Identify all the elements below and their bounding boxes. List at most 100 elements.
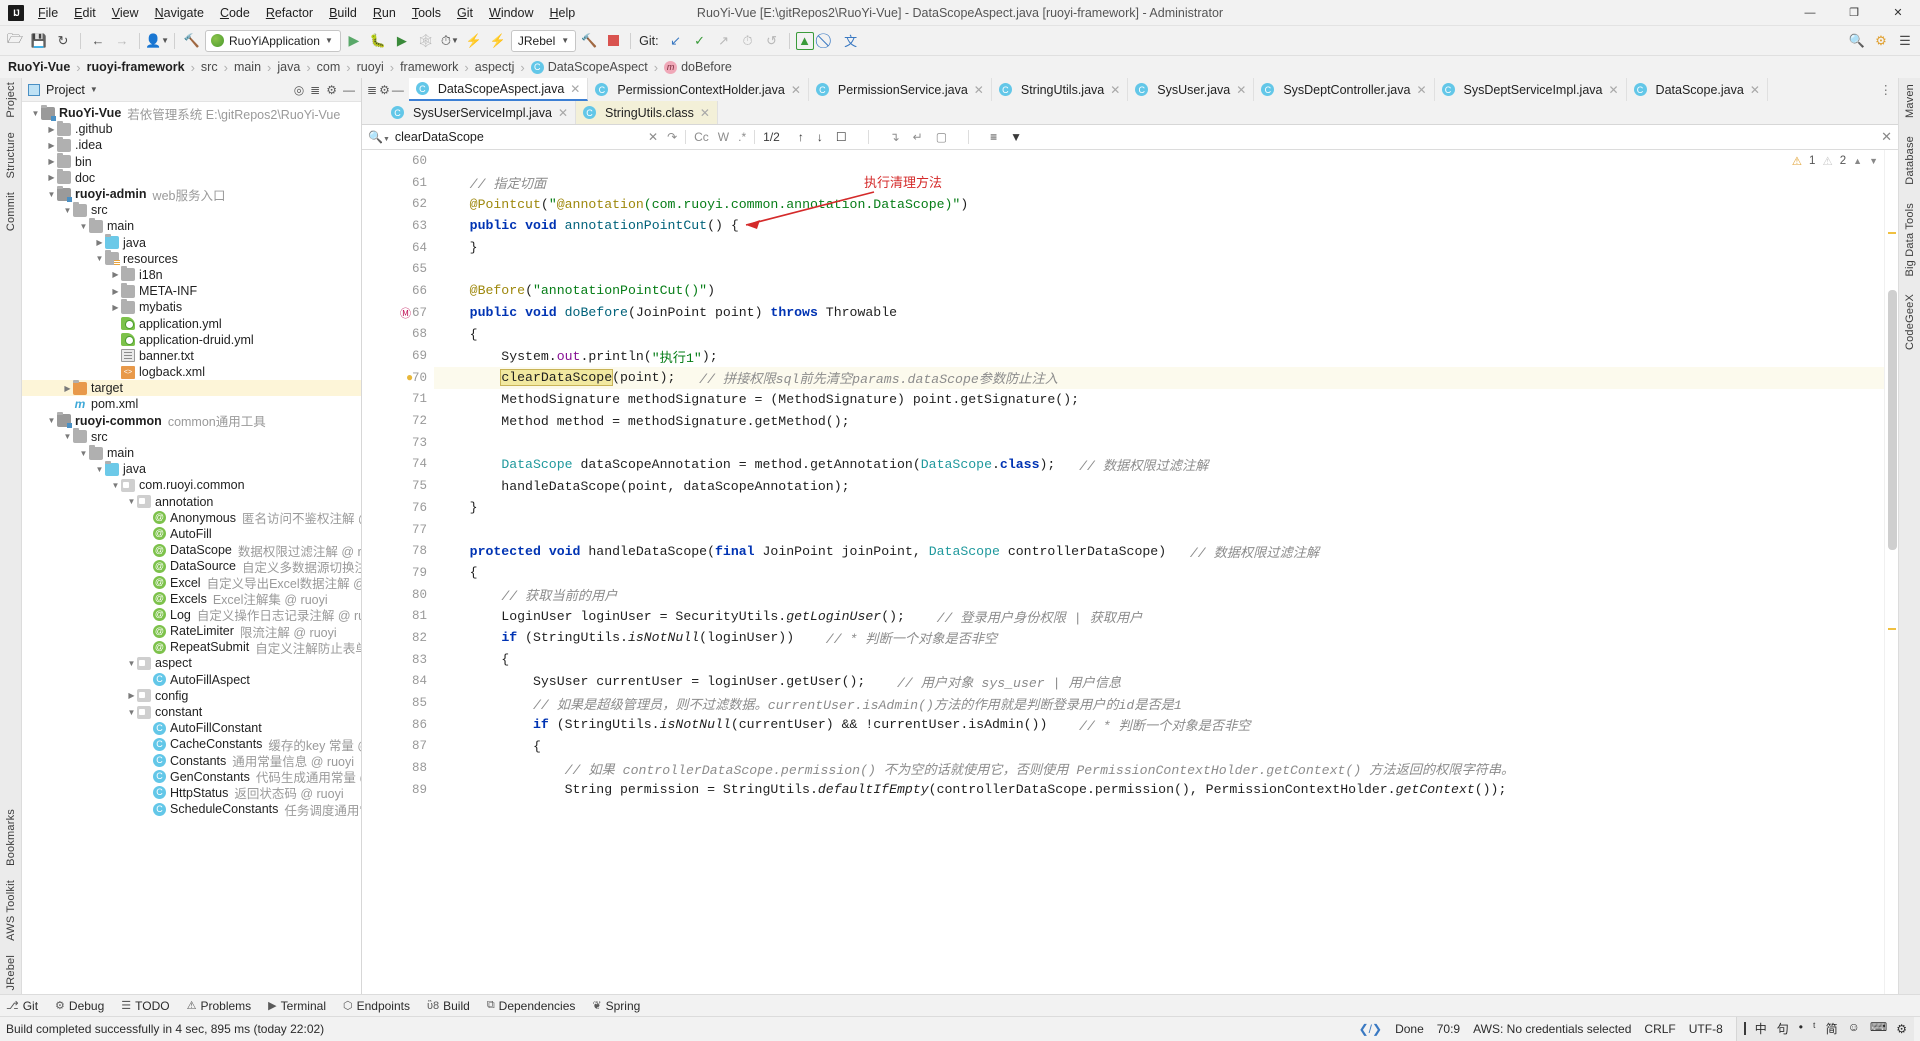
chevron-down-icon[interactable]: ▼ xyxy=(90,85,98,94)
code-line[interactable]: handleDataScope(point, dataScopeAnnotati… xyxy=(434,475,1884,497)
editor-tab[interactable]: C StringUtils.java ✕ xyxy=(992,78,1129,101)
line-number[interactable]: 87 xyxy=(362,736,434,758)
tree-node[interactable]: C HttpStatus 返回状态码 @ ruoyi xyxy=(22,785,361,801)
project-tree[interactable]: ▼ RuoYi-Vue 若依管理系统 E:\gitRepos2\RuoYi-Vue ▶… xyxy=(22,102,361,994)
code-line[interactable]: { xyxy=(434,562,1884,584)
tool-window-button-big-data-tools[interactable]: Big Data Tools xyxy=(1904,203,1916,277)
code-line[interactable]: if (StringUtils. isNotNull (currentUser) &… xyxy=(434,714,1884,736)
tree-node[interactable]: ▶ META-INF xyxy=(22,282,361,299)
menu-item-tools[interactable]: Tools xyxy=(404,3,449,23)
stop-button[interactable] xyxy=(602,30,624,52)
line-number[interactable]: 74 xyxy=(362,454,434,476)
code-with-me-icon[interactable]: ❮/❯ xyxy=(1359,1022,1382,1036)
code-line[interactable]: // 指定切面 xyxy=(434,172,1884,194)
breadcrumb-item-aspectj[interactable]: aspectj xyxy=(475,60,515,74)
menu-item-navigate[interactable]: Navigate xyxy=(147,3,212,23)
breadcrumb-item-java[interactable]: java xyxy=(277,60,300,74)
line-number[interactable]: 69 xyxy=(362,345,434,367)
jrebel-selector[interactable]: JRebel ▼ xyxy=(510,29,577,52)
editor-marker-scrollbar[interactable] xyxy=(1884,150,1898,994)
editor-tab[interactable]: C DataScope.java ✕ xyxy=(1627,78,1768,101)
tree-node[interactable]: application-druid.yml xyxy=(22,332,361,348)
line-number[interactable]: 83 xyxy=(362,649,434,671)
scrollbar-thumb[interactable] xyxy=(1888,290,1897,550)
close-tab-icon[interactable]: ✕ xyxy=(1416,83,1426,97)
line-number[interactable]: 79 xyxy=(362,562,434,584)
minimize-button[interactable]: — xyxy=(1788,0,1832,26)
line-number[interactable]: 66 xyxy=(362,280,434,302)
tree-node[interactable]: ▼ constant xyxy=(22,704,361,720)
ime-item[interactable]: 句 xyxy=(1777,1020,1789,1037)
select-all-occurrences-icon[interactable]: ☐ xyxy=(836,130,847,144)
editor-tab[interactable]: C SysDeptController.java ✕ xyxy=(1254,78,1435,101)
editor-tab[interactable]: C SysUserServiceImpl.java ✕ xyxy=(384,101,576,124)
code-line[interactable]: LoginUser loginUser = SecurityUtils. getL… xyxy=(434,605,1884,627)
code-line[interactable]: if (StringUtils. isNotNull (loginUser)) //… xyxy=(434,627,1884,649)
git-rollback-icon[interactable]: ↺ xyxy=(761,30,783,52)
close-tab-icon[interactable]: ✕ xyxy=(1608,83,1618,97)
line-number-gutter[interactable]: 60 61 62 63 64 65 66 Ⓜ 67 68 69 ● 70 71 72 73 74 75 76 77 78… xyxy=(362,150,434,994)
code-line[interactable]: public void annotationPointCut() { xyxy=(434,215,1884,237)
bottom-tool-git[interactable]: ⎇ Git xyxy=(6,999,38,1013)
line-number[interactable]: 84 xyxy=(362,671,434,693)
code-line[interactable] xyxy=(434,258,1884,280)
tree-node[interactable]: ▼ src xyxy=(22,428,361,445)
chevron-down-icon[interactable]: ▼ xyxy=(126,497,137,506)
profile-icon[interactable]: 👤 ▼ xyxy=(145,30,169,52)
line-number[interactable]: 78 xyxy=(362,540,434,562)
ime-item[interactable]: • xyxy=(1799,1020,1803,1037)
tree-node[interactable]: application.yml xyxy=(22,315,361,331)
editor-tab[interactable]: C DataScopeAspect.java ✕ xyxy=(408,78,589,101)
tree-node[interactable]: ▶ java xyxy=(22,234,361,251)
tabs-settings-icon[interactable]: ⚙ xyxy=(379,83,390,97)
breadcrumb-item-ruoyi[interactable]: ruoyi xyxy=(357,60,384,74)
breadcrumb-item-datascopeaspect[interactable]: C DataScopeAspect xyxy=(530,60,648,74)
chevron-down-icon[interactable]: ▼ xyxy=(126,708,137,717)
maximize-button[interactable]: ❐ xyxy=(1832,0,1876,26)
line-number[interactable]: 89 xyxy=(362,779,434,801)
tree-node[interactable]: @ Anonymous 匿名访问不鉴权注解 @ ruoyi xyxy=(22,510,361,526)
line-number[interactable]: 76 xyxy=(362,497,434,519)
chevron-right-icon[interactable]: ▶ xyxy=(46,173,57,182)
save-all-icon[interactable]: 💾 xyxy=(28,30,50,52)
chevron-down-icon[interactable]: ▼ xyxy=(62,432,73,441)
tree-node[interactable]: ▼ annotation xyxy=(22,494,361,510)
tool-window-button-project[interactable]: Project xyxy=(5,82,17,118)
tree-node[interactable]: @Excel自定义导出Excel数据注解 @ ruoyi xyxy=(22,574,361,591)
run-with-coverage-button[interactable]: ▶ xyxy=(391,30,413,52)
close-tab-icon[interactable]: ✕ xyxy=(700,106,710,120)
line-number[interactable]: 64 xyxy=(362,237,434,259)
line-number[interactable]: 82 xyxy=(362,627,434,649)
menu-item-window[interactable]: Window xyxy=(481,3,541,23)
ime-item[interactable]: 中 xyxy=(1755,1020,1767,1037)
code-line[interactable] xyxy=(434,519,1884,541)
chevron-down-icon[interactable]: ▼ xyxy=(1869,156,1878,166)
bottom-tool-problems[interactable]: ⚠ Problems xyxy=(187,999,252,1013)
tool-window-button-jrebel[interactable]: JRebel xyxy=(5,955,17,990)
code-line[interactable]: } xyxy=(434,237,1884,259)
intention-bulb-icon[interactable]: ● xyxy=(406,371,413,385)
code-line[interactable]: public void doBefore (JoinPoint point) th… xyxy=(434,302,1884,324)
find-input-wrapper[interactable]: 🔍▼ clearDataScope xyxy=(368,130,648,144)
menu-item-run[interactable]: Run xyxy=(365,3,404,23)
line-number[interactable]: 80 xyxy=(362,584,434,606)
tree-node[interactable]: @ Excels Excel注解集 @ ruoyi xyxy=(22,591,361,607)
warning-marker[interactable] xyxy=(1888,232,1896,234)
breadcrumb-item-src[interactable]: src xyxy=(201,60,218,74)
close-button[interactable]: ✕ xyxy=(1876,0,1920,26)
clear-search-icon[interactable]: ✕ xyxy=(648,130,658,144)
tool-window-button-maven[interactable]: Maven xyxy=(1904,84,1916,118)
breadcrumb-item-ruoyi-framework[interactable]: ruoyi-framework xyxy=(87,60,185,74)
sort-tabs-icon[interactable]: ≣ xyxy=(367,83,377,97)
code-line[interactable]: DataScope dataScopeAnnotation = method.g… xyxy=(434,454,1884,476)
tool-window-button-structure[interactable]: Structure xyxy=(5,132,17,178)
notifications-icon[interactable]: ⚙ xyxy=(1870,30,1892,52)
tree-node[interactable]: ▶ doc xyxy=(22,169,361,186)
collapse-all-icon[interactable]: ≣ xyxy=(310,83,320,97)
tree-node[interactable]: @Log自定义操作日志记录注解 @ ruoyi xyxy=(22,607,361,623)
run-configuration-selector[interactable]: RuoYiApplication ▼ xyxy=(205,29,341,52)
tree-node[interactable]: ▶ .github xyxy=(22,120,361,137)
git-history-icon[interactable]: ⏱ xyxy=(737,30,759,52)
ime-item[interactable]: ᵗ xyxy=(1813,1020,1816,1037)
line-number[interactable]: 71 xyxy=(362,389,434,411)
